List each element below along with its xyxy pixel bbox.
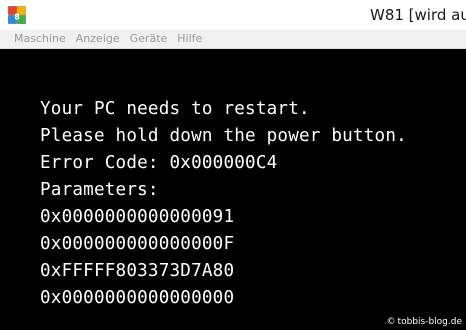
- title-bar[interactable]: 8 W81 [wird ausg: [0, 0, 466, 30]
- menu-hilfe[interactable]: Hilfe: [172, 30, 207, 48]
- menu-geraete[interactable]: Geräte: [125, 30, 173, 48]
- error-message: Your PC needs to restart. Please hold do…: [40, 96, 407, 312]
- menu-bar: Maschine Anzeige Geräte Hilfe: [0, 30, 466, 49]
- window-title: W81 [wird ausg: [370, 6, 466, 24]
- svg-text:8: 8: [14, 13, 20, 22]
- menu-anzeige[interactable]: Anzeige: [71, 30, 125, 48]
- vm-screen[interactable]: Your PC needs to restart. Please hold do…: [9, 49, 466, 330]
- parameters-heading: Parameters:: [40, 180, 159, 200]
- restart-message-line: Your PC needs to restart.: [40, 99, 310, 119]
- watermark: © tobbis-blog.de: [387, 317, 462, 327]
- error-code-line: Error Code: 0x000000C4: [40, 153, 278, 173]
- power-button-instruction-line: Please hold down the power button.: [40, 126, 407, 146]
- watermark-text: tobbis-blog.de: [397, 317, 462, 327]
- virtualbox-icon[interactable]: 8: [8, 6, 26, 24]
- parameter-2: 0x000000000000000F: [40, 234, 235, 254]
- parameter-1: 0x0000000000000091: [40, 207, 235, 227]
- copyright-icon: ©: [386, 317, 396, 327]
- menu-maschine[interactable]: Maschine: [0, 30, 71, 48]
- vm-window: 8 W81 [wird ausg Maschine Anzeige Geräte…: [0, 0, 466, 330]
- parameter-3: 0xFFFFF803373D7A80: [40, 261, 235, 281]
- parameter-4: 0x0000000000000000: [40, 288, 235, 308]
